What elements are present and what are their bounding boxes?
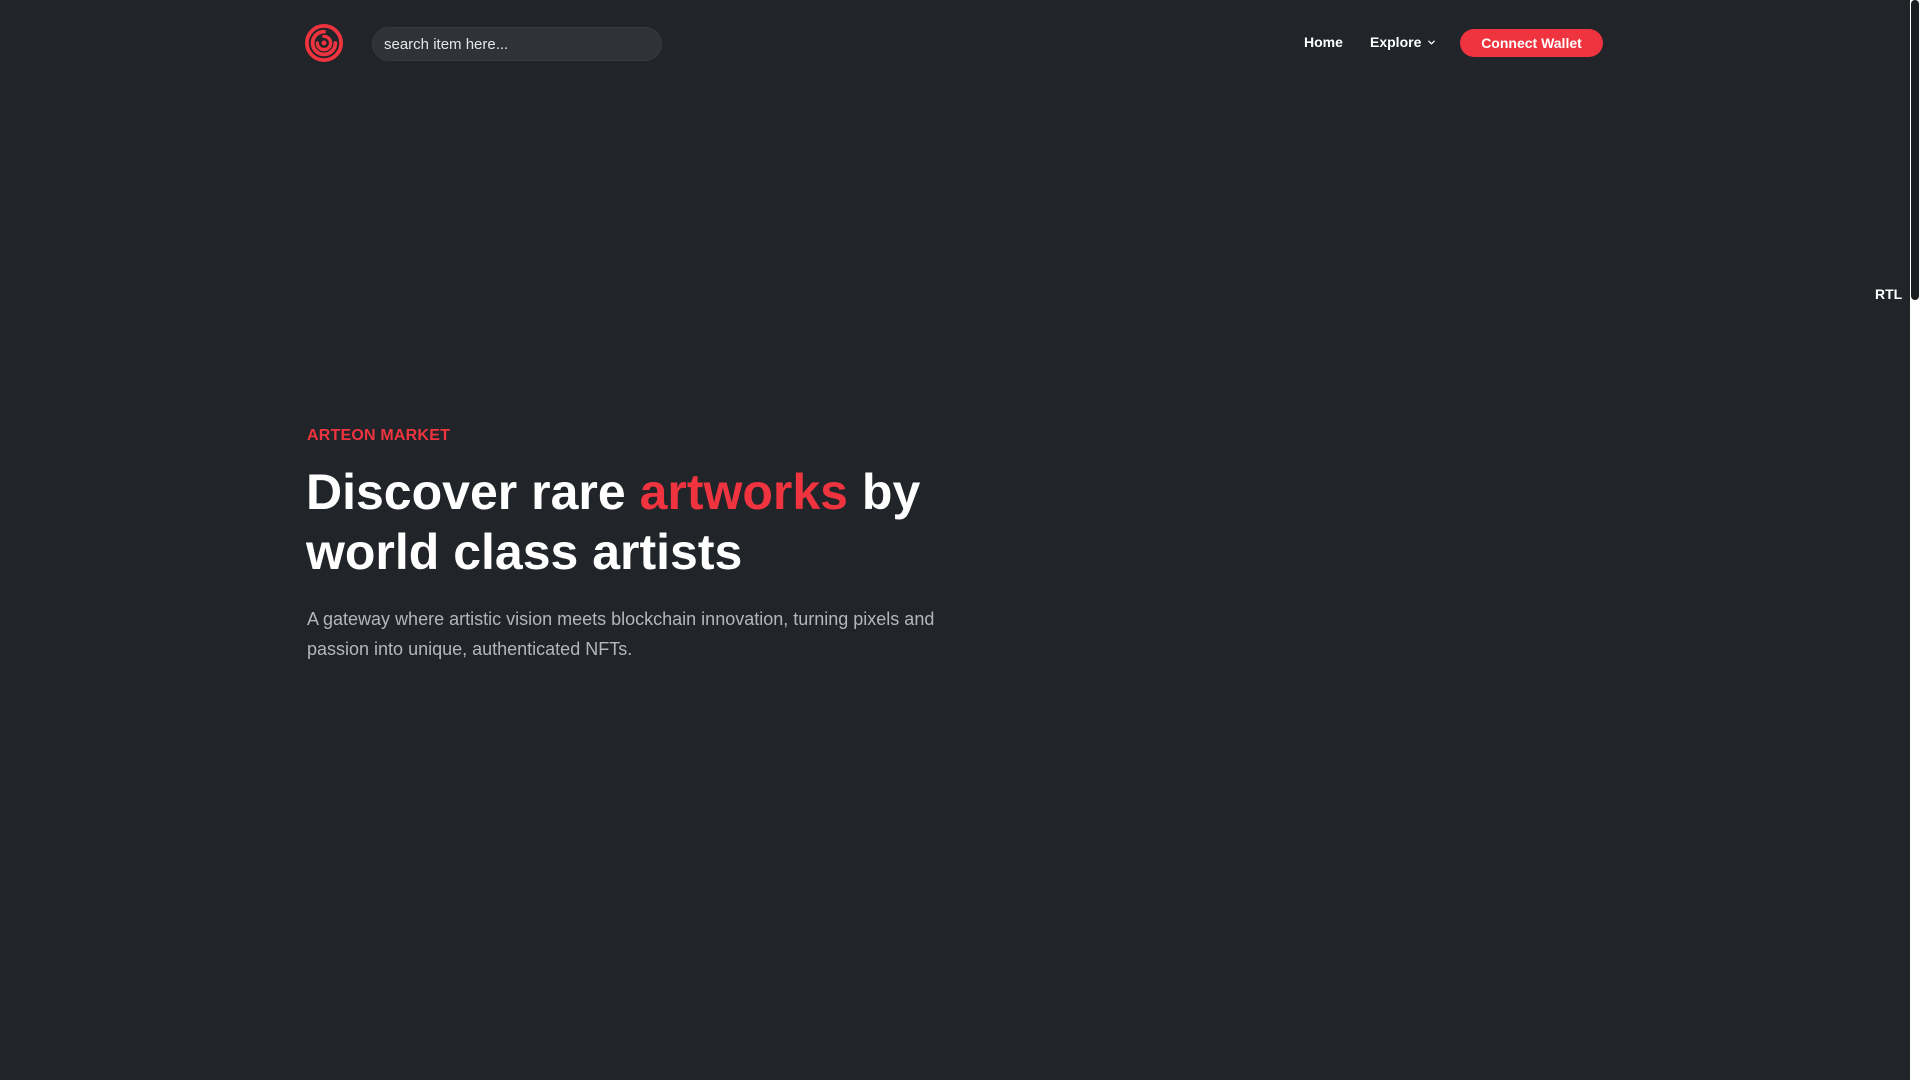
nav-explore-dropdown[interactable]: Explore bbox=[1370, 34, 1436, 50]
scrollbar-thumb[interactable] bbox=[1911, 0, 1919, 300]
hero-title: Discover rare artworks by world class ar… bbox=[306, 462, 1026, 582]
site-header: Home Explore Connect Wallet bbox=[0, 0, 1910, 86]
hero-subtitle: A gateway where artistic vision meets bl… bbox=[307, 609, 935, 659]
hero-eyebrow: ARTEON MARKET bbox=[307, 427, 451, 444]
hero-title-accent: artworks bbox=[639, 464, 848, 520]
nav-explore-label: Explore bbox=[1370, 34, 1422, 50]
hero-title-pre: Discover rare bbox=[306, 464, 626, 520]
page: Home Explore Connect Wallet RTL ARTEON M… bbox=[0, 0, 1920, 1080]
spiral-logo-icon[interactable] bbox=[305, 24, 343, 62]
rtl-toggle[interactable]: RTL bbox=[1875, 286, 1902, 302]
connect-wallet-button[interactable]: Connect Wallet bbox=[1460, 29, 1603, 57]
chevron-down-icon bbox=[1428, 40, 1436, 45]
nav-home-link[interactable]: Home bbox=[1304, 34, 1343, 50]
search-input[interactable] bbox=[372, 27, 662, 61]
